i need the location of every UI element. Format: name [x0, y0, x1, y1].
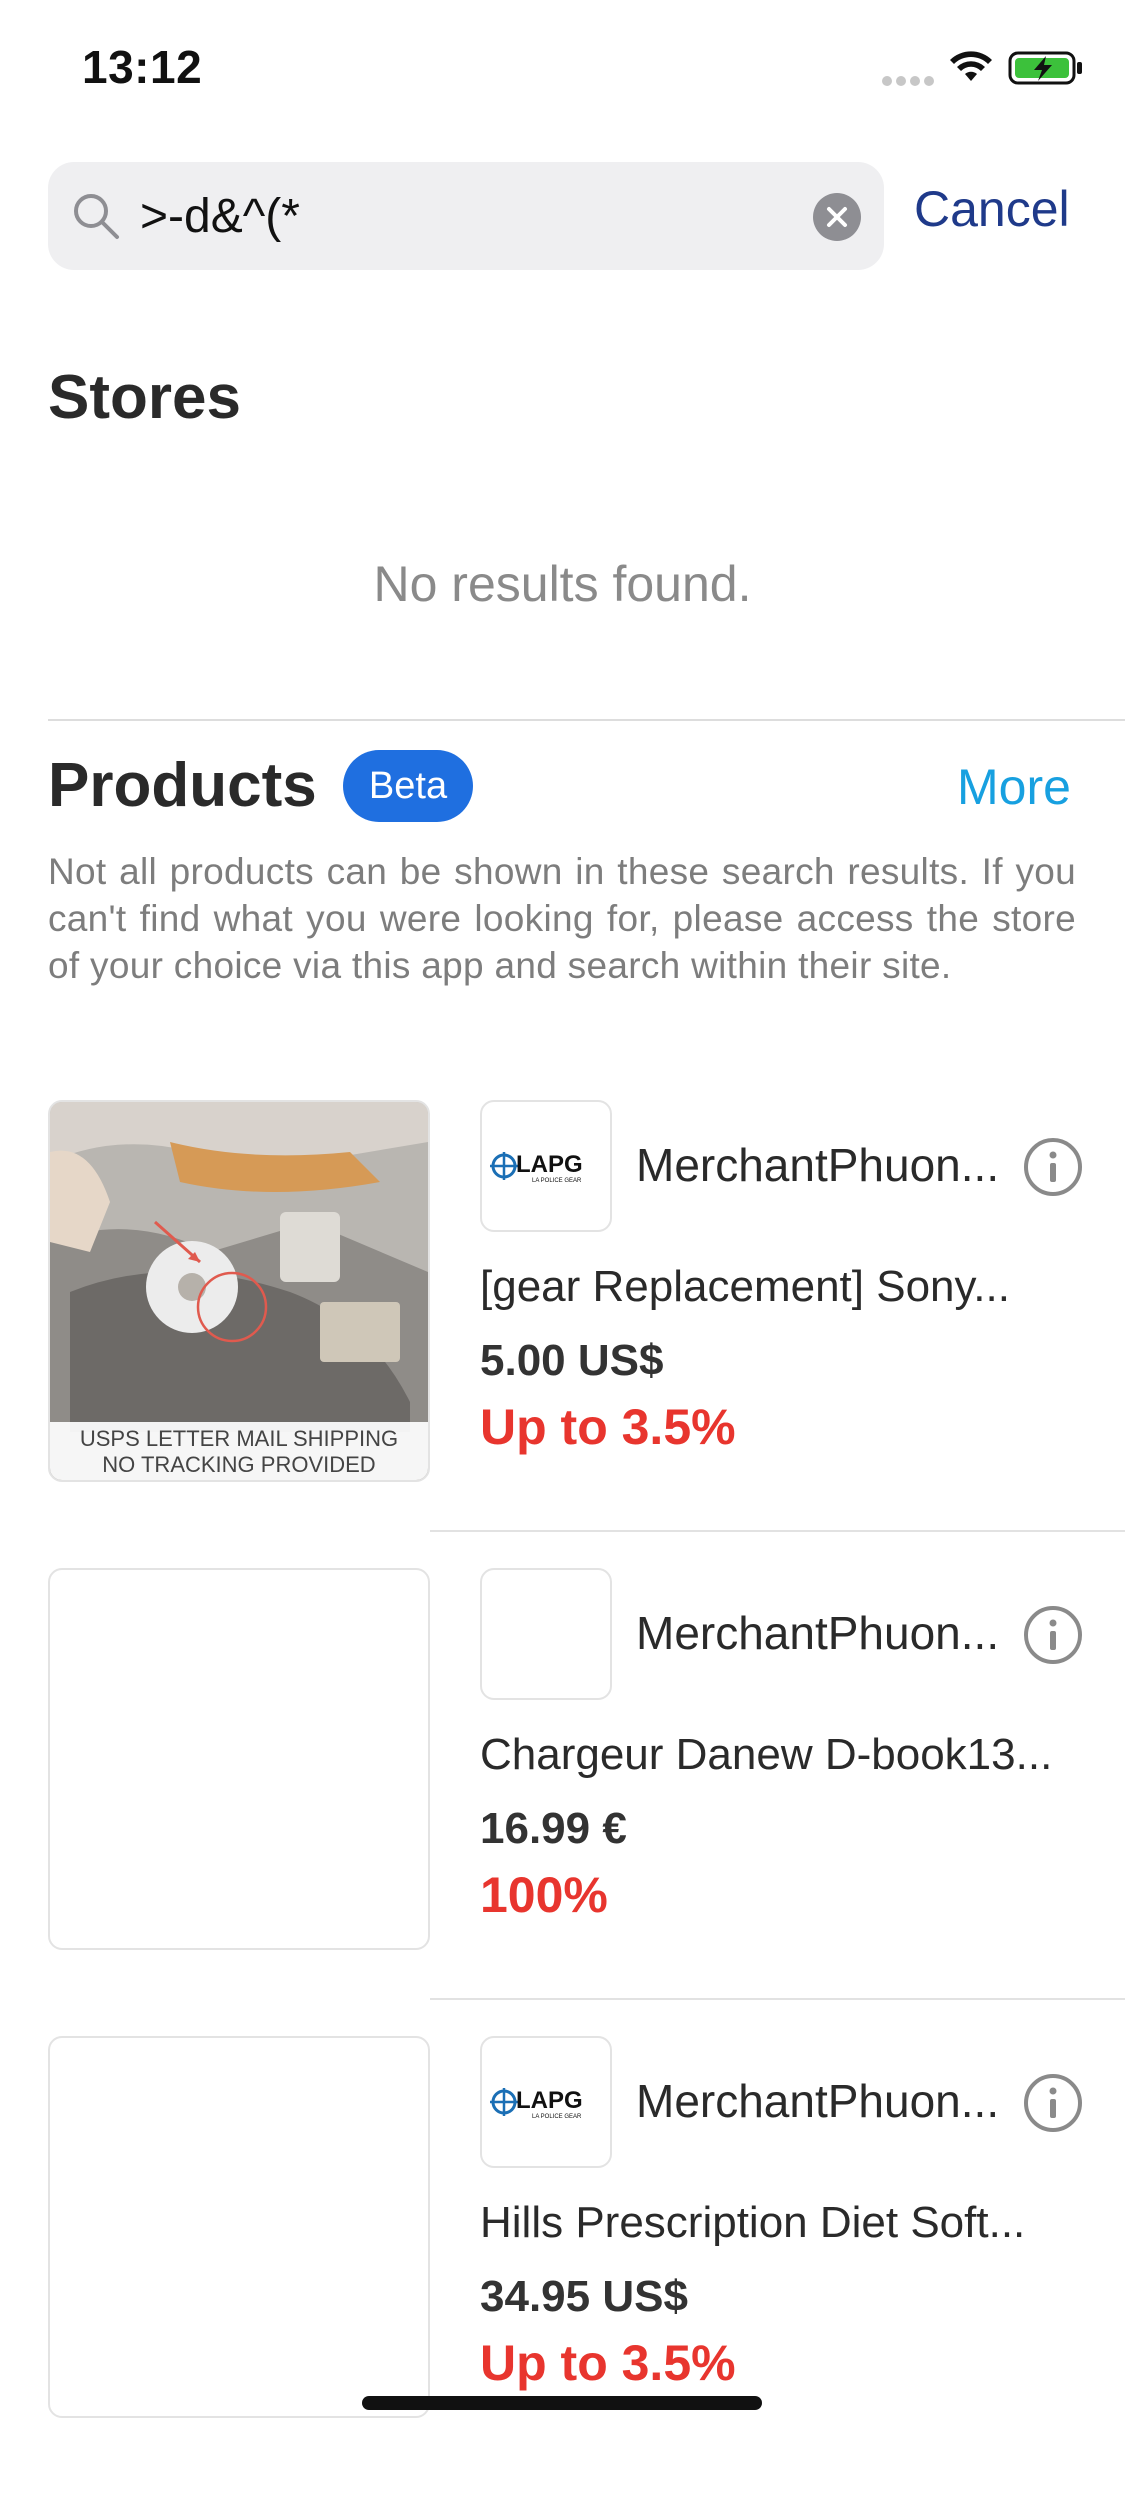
product-price: 5.00 US$	[480, 1336, 664, 1385]
svg-text:LA POLICE GEAR: LA POLICE GEAR	[532, 2114, 582, 2120]
merchant-name: MerchantPhuon...	[636, 2075, 1000, 2127]
product-item[interactable]: MerchantPhuon... Chargeur Danew D-book13…	[0, 1568, 1125, 2036]
row-divider	[430, 1530, 1125, 1532]
merchant-logo: LAPG LA POLICE GEAR	[480, 2036, 612, 2168]
product-cashback: Up to 3.5%	[480, 2335, 736, 2391]
clear-search-icon[interactable]	[812, 192, 862, 242]
product-image[interactable]	[48, 1568, 430, 1950]
product-price: 34.95 US$	[480, 2272, 688, 2321]
product-image[interactable]: USPS LETTER MAIL SHIPPING NO TRACKING PR…	[48, 1100, 430, 1482]
row-divider	[430, 1998, 1125, 2000]
svg-text:LAPG: LAPG	[516, 2087, 583, 2114]
products-section-title: Products	[48, 751, 317, 820]
search-input[interactable]	[140, 176, 740, 256]
battery-charging-icon	[1008, 51, 1082, 85]
home-indicator	[362, 2396, 762, 2410]
product-cashback: 100%	[480, 1867, 608, 1923]
product-title: Chargeur Danew D-book13...	[480, 1730, 1053, 1779]
info-icon[interactable]	[1022, 1604, 1084, 1666]
product-title: [gear Replacement] Sony...	[480, 1262, 1010, 1311]
cancel-button[interactable]: Cancel	[914, 180, 1070, 238]
merchant-name: MerchantPhuon...	[636, 1139, 1000, 1191]
svg-text:LA POLICE GEAR: LA POLICE GEAR	[532, 1178, 582, 1184]
cellular-signal-icon	[882, 76, 934, 86]
products-disclaimer: Not all products can be shown in these s…	[48, 851, 1076, 986]
search-bar[interactable]	[48, 162, 884, 270]
wifi-icon	[950, 51, 992, 81]
stores-empty-message: No results found.	[373, 556, 752, 612]
info-icon[interactable]	[1022, 2072, 1084, 2134]
info-icon[interactable]	[1022, 1136, 1084, 1198]
product-image[interactable]	[48, 2036, 430, 2418]
section-divider	[48, 719, 1125, 721]
product-item[interactable]: USPS LETTER MAIL SHIPPING NO TRACKING PR…	[0, 1100, 1125, 1568]
search-icon	[74, 194, 119, 239]
product-item[interactable]: LAPG LA POLICE GEAR MerchantPhuon... Hil…	[0, 2036, 1125, 2504]
product-title: Hills Prescription Diet Soft...	[480, 2198, 1026, 2247]
more-products-link[interactable]: More	[957, 758, 1071, 816]
status-time: 13:12	[82, 41, 203, 93]
stores-section-title: Stores	[48, 363, 241, 432]
status-bar: 13:12	[0, 0, 1125, 132]
svg-text:LAPG: LAPG	[516, 1151, 583, 1178]
product-price: 16.99 €	[480, 1804, 627, 1853]
product-cashback: Up to 3.5%	[480, 1399, 736, 1455]
merchant-name: MerchantPhuon...	[636, 1607, 1000, 1659]
beta-badge: Beta	[343, 750, 473, 822]
merchant-logo	[480, 1568, 612, 1700]
merchant-logo: LAPG LA POLICE GEAR	[480, 1100, 612, 1232]
product-image-caption: USPS LETTER MAIL SHIPPING NO TRACKING PR…	[50, 1422, 428, 1480]
